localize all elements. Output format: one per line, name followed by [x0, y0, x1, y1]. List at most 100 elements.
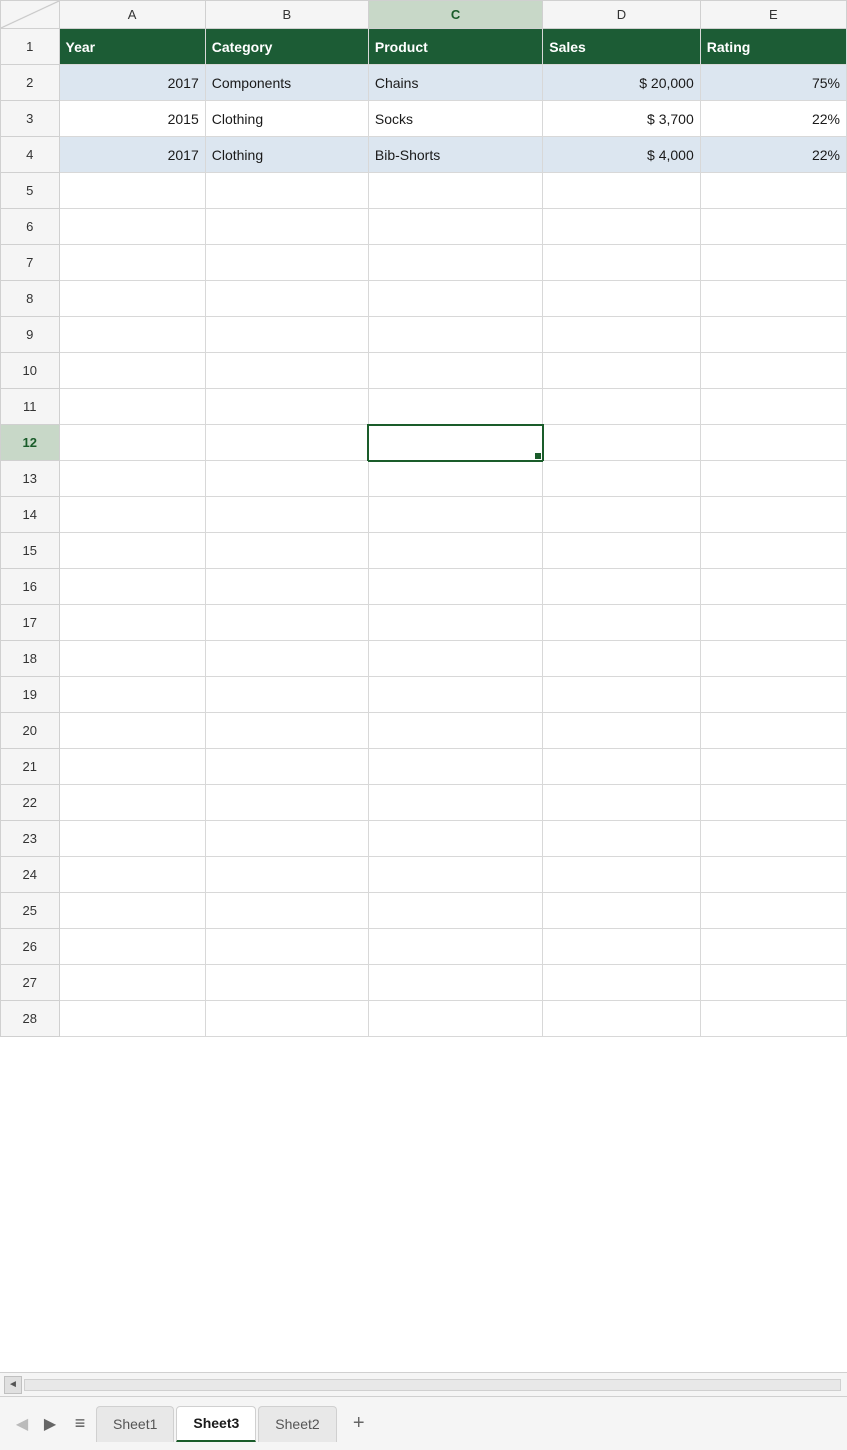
row-header-7[interactable]: 7: [1, 245, 60, 281]
sheet-tab-sheet1[interactable]: Sheet1: [96, 1406, 174, 1442]
cell-E5[interactable]: [700, 173, 846, 209]
cell-D5[interactable]: [543, 173, 701, 209]
cell-B5[interactable]: [205, 173, 368, 209]
cell-D13[interactable]: [543, 461, 701, 497]
cell-B4[interactable]: Clothing: [205, 137, 368, 173]
cell-C16[interactable]: [368, 569, 542, 605]
cell-D6[interactable]: [543, 209, 701, 245]
cell-E4[interactable]: 22%: [700, 137, 846, 173]
cell-B10[interactable]: [205, 353, 368, 389]
row-header-10[interactable]: 10: [1, 353, 60, 389]
row-header-24[interactable]: 24: [1, 857, 60, 893]
cell-D9[interactable]: [543, 317, 701, 353]
cell-C11[interactable]: [368, 389, 542, 425]
row-header-20[interactable]: 20: [1, 713, 60, 749]
cell-C3[interactable]: Socks: [368, 101, 542, 137]
cell-B24[interactable]: [205, 857, 368, 893]
cell-C2[interactable]: Chains: [368, 65, 542, 101]
cell-D26[interactable]: [543, 929, 701, 965]
cell-E17[interactable]: [700, 605, 846, 641]
cell-A9[interactable]: [59, 317, 205, 353]
cell-E22[interactable]: [700, 785, 846, 821]
cell-B3[interactable]: Clothing: [205, 101, 368, 137]
cell-E23[interactable]: [700, 821, 846, 857]
row-header-13[interactable]: 13: [1, 461, 60, 497]
cell-B27[interactable]: [205, 965, 368, 1001]
cell-A5[interactable]: [59, 173, 205, 209]
cell-C25[interactable]: [368, 893, 542, 929]
cell-D10[interactable]: [543, 353, 701, 389]
cell-D23[interactable]: [543, 821, 701, 857]
cell-A17[interactable]: [59, 605, 205, 641]
cell-C17[interactable]: [368, 605, 542, 641]
cell-C9[interactable]: [368, 317, 542, 353]
cell-E15[interactable]: [700, 533, 846, 569]
cell-C13[interactable]: [368, 461, 542, 497]
cell-E9[interactable]: [700, 317, 846, 353]
cell-C26[interactable]: [368, 929, 542, 965]
cell-B11[interactable]: [205, 389, 368, 425]
cell-D11[interactable]: [543, 389, 701, 425]
cell-A28[interactable]: [59, 1001, 205, 1037]
cell-A12[interactable]: [59, 425, 205, 461]
cell-A7[interactable]: [59, 245, 205, 281]
cell-B12[interactable]: [205, 425, 368, 461]
cell-E8[interactable]: [700, 281, 846, 317]
row-header-4[interactable]: 4: [1, 137, 60, 173]
cell-E25[interactable]: [700, 893, 846, 929]
cell-C15[interactable]: [368, 533, 542, 569]
cell-E14[interactable]: [700, 497, 846, 533]
col-header-B[interactable]: B: [205, 1, 368, 29]
cell-E2[interactable]: 75%: [700, 65, 846, 101]
cell-A10[interactable]: [59, 353, 205, 389]
row-header-18[interactable]: 18: [1, 641, 60, 677]
cell-B22[interactable]: [205, 785, 368, 821]
row-header-6[interactable]: 6: [1, 209, 60, 245]
cell-B28[interactable]: [205, 1001, 368, 1037]
row-header-3[interactable]: 3: [1, 101, 60, 137]
cell-B25[interactable]: [205, 893, 368, 929]
cell-A19[interactable]: [59, 677, 205, 713]
cell-B15[interactable]: [205, 533, 368, 569]
cell-D20[interactable]: [543, 713, 701, 749]
row-header-11[interactable]: 11: [1, 389, 60, 425]
cell-A11[interactable]: [59, 389, 205, 425]
cell-A25[interactable]: [59, 893, 205, 929]
cell-E3[interactable]: 22%: [700, 101, 846, 137]
cell-A15[interactable]: [59, 533, 205, 569]
cell-D27[interactable]: [543, 965, 701, 1001]
cell-B23[interactable]: [205, 821, 368, 857]
cell-B20[interactable]: [205, 713, 368, 749]
cell-A8[interactable]: [59, 281, 205, 317]
col-header-E[interactable]: E: [700, 1, 846, 29]
cell-D1[interactable]: Sales: [543, 29, 701, 65]
cell-E12[interactable]: [700, 425, 846, 461]
cell-B13[interactable]: [205, 461, 368, 497]
cell-B14[interactable]: [205, 497, 368, 533]
row-header-28[interactable]: 28: [1, 1001, 60, 1037]
cell-D8[interactable]: [543, 281, 701, 317]
cell-A20[interactable]: [59, 713, 205, 749]
cell-C1[interactable]: Product: [368, 29, 542, 65]
row-header-9[interactable]: 9: [1, 317, 60, 353]
cell-D15[interactable]: [543, 533, 701, 569]
cell-C21[interactable]: [368, 749, 542, 785]
cell-B26[interactable]: [205, 929, 368, 965]
tab-menu-button[interactable]: ≡: [64, 1408, 96, 1440]
cell-A24[interactable]: [59, 857, 205, 893]
add-sheet-button[interactable]: +: [343, 1408, 375, 1440]
cell-D24[interactable]: [543, 857, 701, 893]
cell-B1[interactable]: Category: [205, 29, 368, 65]
cell-E20[interactable]: [700, 713, 846, 749]
cell-E26[interactable]: [700, 929, 846, 965]
cell-C10[interactable]: [368, 353, 542, 389]
cell-D14[interactable]: [543, 497, 701, 533]
cell-A27[interactable]: [59, 965, 205, 1001]
row-header-14[interactable]: 14: [1, 497, 60, 533]
cell-B21[interactable]: [205, 749, 368, 785]
row-header-26[interactable]: 26: [1, 929, 60, 965]
row-header-22[interactable]: 22: [1, 785, 60, 821]
cell-A2[interactable]: 2017: [59, 65, 205, 101]
cell-D25[interactable]: [543, 893, 701, 929]
cell-C12[interactable]: [368, 425, 542, 461]
